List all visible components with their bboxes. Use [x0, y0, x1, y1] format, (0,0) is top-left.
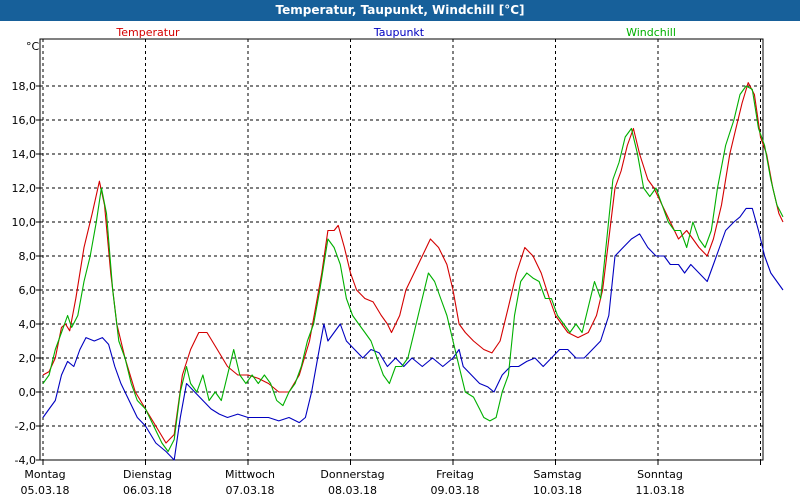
x-day-label: Montag — [24, 468, 65, 481]
y-tick-label: 18,0 — [12, 80, 37, 93]
x-day-label: Sonntag — [637, 468, 683, 481]
y-tick-label: 6,0 — [19, 284, 37, 297]
window-title: Temperatur, Taupunkt, Windchill [°C] — [0, 0, 800, 21]
legend: Temperatur Taupunkt Windchill — [115, 26, 676, 39]
y-tick-label: 4,0 — [19, 318, 37, 331]
x-date-label: 11.03.18 — [636, 484, 685, 497]
legend-label-temperatur: Temperatur — [115, 26, 180, 39]
y-axis: -4,0 -2,0 0,0 2,0 4,0 6,0 8,0 10,0 12,0 14,0 16,0 1… — [12, 80, 40, 467]
x-day-label: Donnerstag — [320, 468, 384, 481]
y-tick-label: 12,0 — [12, 182, 37, 195]
y-tick-label: 8,0 — [19, 250, 37, 263]
y-axis-unit: °C — [26, 40, 40, 53]
legend-label-taupunkt: Taupunkt — [373, 26, 425, 39]
legend-label-windchill: Windchill — [626, 26, 676, 39]
x-date-label: 06.03.18 — [123, 484, 172, 497]
x-date-label: 05.03.18 — [21, 484, 70, 497]
x-day-label: Samstag — [533, 468, 581, 481]
x-date-label: 09.03.18 — [431, 484, 480, 497]
y-tick-label: 0,0 — [19, 386, 37, 399]
x-axis: Montag 05.03.18 Dienstag 06.03.18 Mittwoch 07… — [21, 460, 761, 497]
y-tick-label: 2,0 — [19, 352, 37, 365]
x-date-label: 07.03.18 — [226, 484, 275, 497]
y-tick-label: 10,0 — [12, 216, 37, 229]
line-chart: -4,0 -2,0 0,0 2,0 4,0 6,0 8,0 10,0 12,0 14,0 16,0 1… — [12, 26, 784, 497]
y-tick-label: 16,0 — [12, 114, 37, 127]
x-day-label: Dienstag — [123, 468, 172, 481]
y-tick-label: -4,0 — [15, 454, 36, 467]
chart-area: -4,0 -2,0 0,0 2,0 4,0 6,0 8,0 10,0 12,0 14,0 16,0 1… — [0, 21, 800, 500]
x-day-label: Mittwoch — [225, 468, 275, 481]
x-date-label: 08.03.18 — [328, 484, 377, 497]
plot-frame — [39, 38, 764, 461]
x-day-label: Freitag — [436, 468, 474, 481]
y-tick-label: -2,0 — [15, 420, 36, 433]
y-tick-label: 14,0 — [12, 148, 37, 161]
x-date-label: 10.03.18 — [533, 484, 582, 497]
